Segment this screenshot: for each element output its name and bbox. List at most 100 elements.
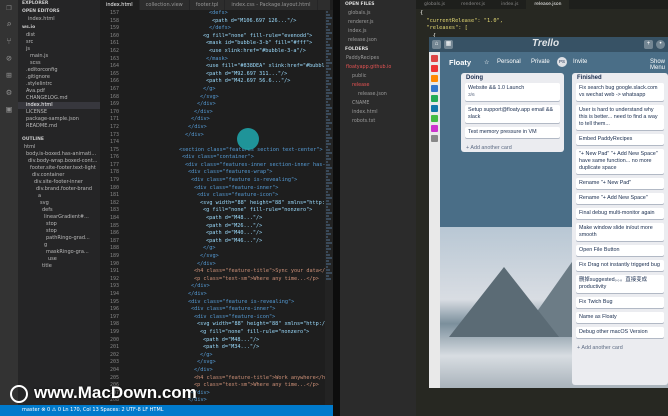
file-tree-item[interactable]: package-sample.json — [18, 116, 100, 123]
outline-item[interactable]: stop — [18, 221, 100, 228]
code-line[interactable]: <div class="feature-inner"> — [128, 306, 325, 314]
trello-card[interactable]: Website && 1.0 Launch 3/6 — [465, 83, 560, 101]
code-line[interactable]: </div> — [128, 367, 325, 375]
app-icon[interactable] — [431, 95, 438, 102]
show-menu-button[interactable]: Show Menu — [650, 59, 668, 71]
trello-card[interactable]: Setup support@floaty.app email && slack — [465, 105, 560, 123]
file-tree-item[interactable]: dist — [18, 32, 100, 39]
files-icon[interactable]: ❐ — [0, 0, 18, 17]
editor-tab[interactable]: index.js — [493, 0, 526, 9]
minimap[interactable] — [325, 10, 333, 405]
editor-tab[interactable]: collection.view — [139, 0, 190, 10]
folder-item[interactable]: release — [340, 81, 416, 90]
app-icon[interactable] — [431, 55, 438, 62]
docker-icon[interactable]: ▣ — [0, 102, 18, 119]
outline-item[interactable]: html — [18, 144, 100, 151]
outline-item[interactable]: stop — [18, 228, 100, 235]
open-file-item[interactable]: release.json — [340, 36, 416, 45]
app-icon[interactable] — [431, 75, 438, 82]
trello-card[interactable]: Embed PaddyRecipes — [576, 134, 664, 145]
outline-item[interactable]: pathRingo-grad... — [18, 235, 100, 242]
editor-tab[interactable]: index.html — [100, 0, 140, 10]
code-line[interactable]: </div> — [128, 101, 325, 109]
code-line[interactable]: <section class="features section text-ce… — [128, 147, 325, 155]
search-icon[interactable]: ⌕ — [0, 17, 18, 34]
trello-card[interactable]: Test memory pressure in VM — [465, 127, 560, 138]
code-line[interactable]: </div> — [128, 291, 325, 299]
code-line[interactable]: <path d="M106.697 126..."/> — [128, 18, 325, 26]
file-tree-item[interactable]: scss — [18, 60, 100, 67]
open-editors-header[interactable]: OPEN EDITORS — [18, 8, 100, 16]
board-visibility-button[interactable]: Private — [531, 59, 550, 65]
open-file-item[interactable]: renderer.js — [340, 18, 416, 27]
boards-icon[interactable]: ▦ — [444, 40, 453, 49]
outline-header[interactable]: OUTLINE — [18, 136, 100, 144]
code-line[interactable]: <path d="M42.697 56.6..."/> — [128, 78, 325, 86]
code-line[interactable]: <div class="features-inner section-inner… — [128, 162, 325, 170]
code-line[interactable]: <defs> — [128, 10, 325, 18]
code-line[interactable]: <path d="M92.697 311..."/> — [128, 71, 325, 79]
code-line[interactable]: <div class="container"> — [128, 154, 325, 162]
add-card-button[interactable]: + Add another card — [572, 342, 668, 352]
json-line[interactable]: "releases": [ — [420, 25, 503, 33]
code-line[interactable]: <use fill="#838DEA" xlink:href="#bubble-… — [128, 63, 325, 71]
code-line[interactable]: </svg> — [128, 253, 325, 261]
trello-card[interactable]: "+ New Pad" "+ Add New Space" have same … — [576, 149, 664, 174]
file-tree-item[interactable]: .editorconfig — [18, 67, 100, 74]
app-icon[interactable] — [431, 135, 438, 142]
trello-card[interactable]: Debug other macOS Version — [576, 327, 664, 338]
outline-item[interactable]: div.brand.footer-brand — [18, 186, 100, 193]
app-icon[interactable] — [431, 115, 438, 122]
code-line[interactable]: <g fill="none" fill-rule="evenodd"> — [128, 33, 325, 41]
folder-item[interactable]: index.html — [340, 108, 416, 117]
outline-item[interactable]: svg — [18, 200, 100, 207]
app-icon[interactable] — [431, 85, 438, 92]
outline-item[interactable]: div.body-wrap.boxed-cont... — [18, 158, 100, 165]
code-line[interactable]: <path d="M34..."/> — [128, 344, 325, 352]
code-line[interactable]: <use xlink:href="#bubble-3-a"/> — [128, 48, 325, 56]
code-line[interactable]: <path d="M48..."/> — [128, 215, 325, 223]
board-team-button[interactable]: Personal — [497, 59, 521, 65]
editor-tab[interactable]: globals.js — [416, 0, 453, 9]
member-avatar[interactable]: PS — [557, 57, 567, 67]
code-editor-left[interactable]: 157 158 159 160 161 162 163 164 165 166 167 168 169 1… — [100, 10, 325, 405]
file-tree-item[interactable]: index.html — [18, 102, 100, 109]
code-line[interactable]: <path d="M40..."/> — [128, 230, 325, 238]
outline-item[interactable]: div.container — [18, 172, 100, 179]
code-line[interactable]: <svg width="88" height="88" xmlns="http:… — [128, 321, 325, 329]
file-tree-item[interactable]: Ava.pdf — [18, 88, 100, 95]
code-line[interactable]: <path d="M46..."/> — [128, 238, 325, 246]
profile-avatar[interactable]: • — [656, 40, 665, 49]
folder-header[interactable]: ws.io — [18, 24, 100, 32]
trello-card[interactable]: Fix Drag not instantly triggerd bug — [576, 260, 664, 271]
outline-item[interactable]: maskRingo-gra... — [18, 249, 100, 256]
code-line[interactable]: <div class="feature-icon"> — [128, 314, 325, 322]
code-line[interactable]: </g> — [128, 352, 325, 360]
home-icon[interactable]: ⌂ — [432, 40, 441, 49]
code-line[interactable]: </div> — [128, 261, 325, 269]
code-line[interactable]: <g fill="none" fill-rule="nonzero"> — [128, 329, 325, 337]
code-line[interactable]: </div> — [128, 116, 325, 124]
outline-item[interactable]: g — [18, 242, 100, 249]
code-line[interactable]: <mask id="bubble-3-b" fill="#fff"> — [128, 40, 325, 48]
trello-card[interactable]: Rename "+ New Pad" — [576, 178, 664, 189]
code-line[interactable]: <div class="feature is-revealing"> — [128, 177, 325, 185]
code-line[interactable]: <p class="text-sm">Where any time...</p> — [128, 276, 325, 284]
star-icon[interactable]: ☆ — [484, 59, 489, 66]
editor-tab[interactable]: renderer.js — [453, 0, 493, 9]
trello-card[interactable]: User is hard to understand why this is b… — [576, 105, 664, 130]
code-line[interactable]: </div> — [128, 132, 325, 140]
outline-item[interactable]: use — [18, 256, 100, 263]
folder-item[interactable]: PaddyRecipes — [340, 54, 416, 63]
open-editor-item[interactable]: index.html — [18, 16, 100, 23]
debug-icon[interactable]: ⊘ — [0, 51, 18, 68]
folder-item[interactable]: robots.txt — [340, 117, 416, 126]
open-file-item[interactable]: globals.js — [340, 9, 416, 18]
trello-card[interactable]: Rename "+ Add New Space" — [576, 193, 664, 204]
file-tree-item[interactable]: src — [18, 39, 100, 46]
code-line[interactable]: <div class="feature-inner"> — [128, 185, 325, 193]
code-line[interactable]: </defs> — [128, 25, 325, 33]
outline-item[interactable]: a — [18, 193, 100, 200]
app-icon[interactable] — [431, 125, 438, 132]
folder-item[interactable]: CNAME — [340, 99, 416, 108]
